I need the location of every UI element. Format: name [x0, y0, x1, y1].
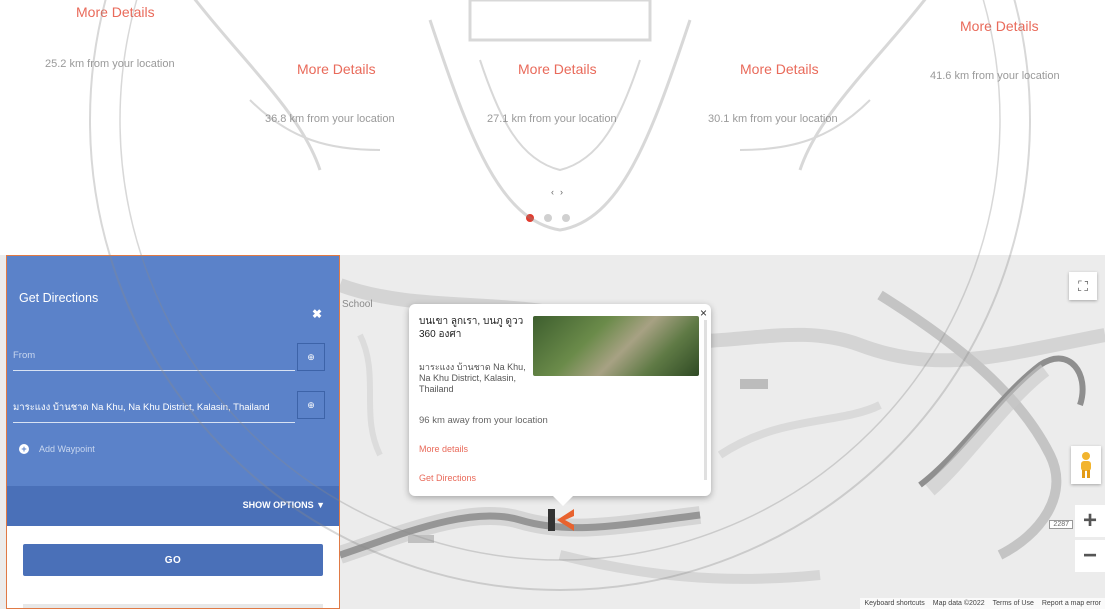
place-5-more-details[interactable]: More Details	[960, 18, 1039, 34]
carousel-dot-2[interactable]	[544, 214, 552, 222]
street-view-pegman[interactable]	[1071, 446, 1101, 484]
keyboard-shortcuts-link[interactable]: Keyboard shortcuts	[864, 600, 924, 607]
place-info-window: × บนเขา ลูกเรา, บนภู ดูวว 360 องศา มาระแ…	[409, 304, 711, 506]
carousel-dot-1[interactable]	[526, 214, 534, 222]
crosshair-icon: ⊕	[307, 351, 315, 362]
directions-panel: Get Directions ✖ From ⊕ มาระแงง บ้านชาด …	[6, 255, 340, 609]
zoom-out-button[interactable]: −	[1075, 540, 1105, 572]
places-carousel: More Details 25.2 km from your location …	[0, 0, 1105, 255]
info-title: บนเขา ลูกเรา, บนภู ดูวว 360 องศา	[419, 316, 524, 340]
place-2-more-details[interactable]: More Details	[297, 61, 376, 77]
place-4-distance: 30.1 km from your location	[708, 113, 838, 125]
to-locate-button[interactable]: ⊕	[297, 391, 325, 419]
info-get-directions-link[interactable]: Get Directions	[419, 473, 476, 483]
terms-of-use-link[interactable]: Terms of Use	[993, 600, 1034, 607]
crosshair-icon: ⊕	[307, 399, 315, 410]
place-2-distance: 36.8 km from your location	[265, 113, 395, 125]
panel-divider	[23, 604, 323, 608]
carousel-next-button[interactable]: ›	[560, 187, 569, 197]
add-waypoint-label: Add Waypoint	[39, 444, 95, 454]
add-waypoint-button[interactable]: + Add Waypoint	[19, 444, 95, 454]
directions-title: Get Directions	[19, 291, 99, 305]
place-3-more-details[interactable]: More Details	[518, 61, 597, 77]
from-locate-button[interactable]: ⊕	[297, 343, 325, 371]
place-1-more-details[interactable]: More Details	[76, 4, 155, 20]
directions-form: Get Directions ✖ From ⊕ มาระแงง บ้านชาด …	[7, 256, 339, 526]
options-bar: SHOW OPTIONS ▼	[7, 486, 339, 526]
to-input[interactable]: มาระแงง บ้านชาด Na Khu, Na Khu District,…	[13, 394, 295, 423]
map-attribution: Keyboard shortcuts Map data ©2022 Terms …	[860, 598, 1105, 609]
close-directions-icon[interactable]: ✖	[312, 307, 322, 321]
info-address: มาระแงง บ้านชาด Na Khu, Na Khu District,…	[419, 362, 526, 394]
plus-circle-icon: +	[19, 444, 29, 454]
map-marker-icon[interactable]	[548, 507, 578, 533]
place-photo	[533, 316, 699, 376]
fullscreen-button[interactable]: ⛶	[1069, 272, 1097, 300]
carousel-pagination	[526, 214, 570, 222]
map-label-school: School	[342, 299, 373, 310]
info-scrollbar[interactable]	[704, 320, 707, 480]
place-1-distance: 25.2 km from your location	[45, 58, 175, 70]
info-distance: 96 km away from your location	[419, 415, 548, 426]
carousel-dot-3[interactable]	[562, 214, 570, 222]
go-button[interactable]: GO	[23, 544, 323, 576]
place-4-more-details[interactable]: More Details	[740, 61, 819, 77]
map-data-text: Map data ©2022	[932, 600, 985, 607]
info-more-details-link[interactable]: More details	[419, 444, 468, 454]
from-input[interactable]: From	[13, 342, 295, 371]
show-options-toggle[interactable]: SHOW OPTIONS ▼	[243, 500, 325, 510]
report-map-error-link[interactable]: Report a map error	[1042, 600, 1101, 607]
place-5-distance: 41.6 km from your location	[930, 70, 1060, 82]
fullscreen-icon: ⛶	[1078, 277, 1088, 294]
carousel-prev-button[interactable]: ‹	[551, 187, 560, 197]
place-3-distance: 27.1 km from your location	[487, 113, 617, 125]
info-close-button[interactable]: ×	[700, 306, 707, 320]
carousel-arrows: ‹›	[551, 187, 569, 197]
pegman-icon	[1081, 452, 1091, 478]
zoom-in-button[interactable]: +	[1075, 505, 1105, 537]
road-number-sign: 2287	[1049, 520, 1073, 529]
